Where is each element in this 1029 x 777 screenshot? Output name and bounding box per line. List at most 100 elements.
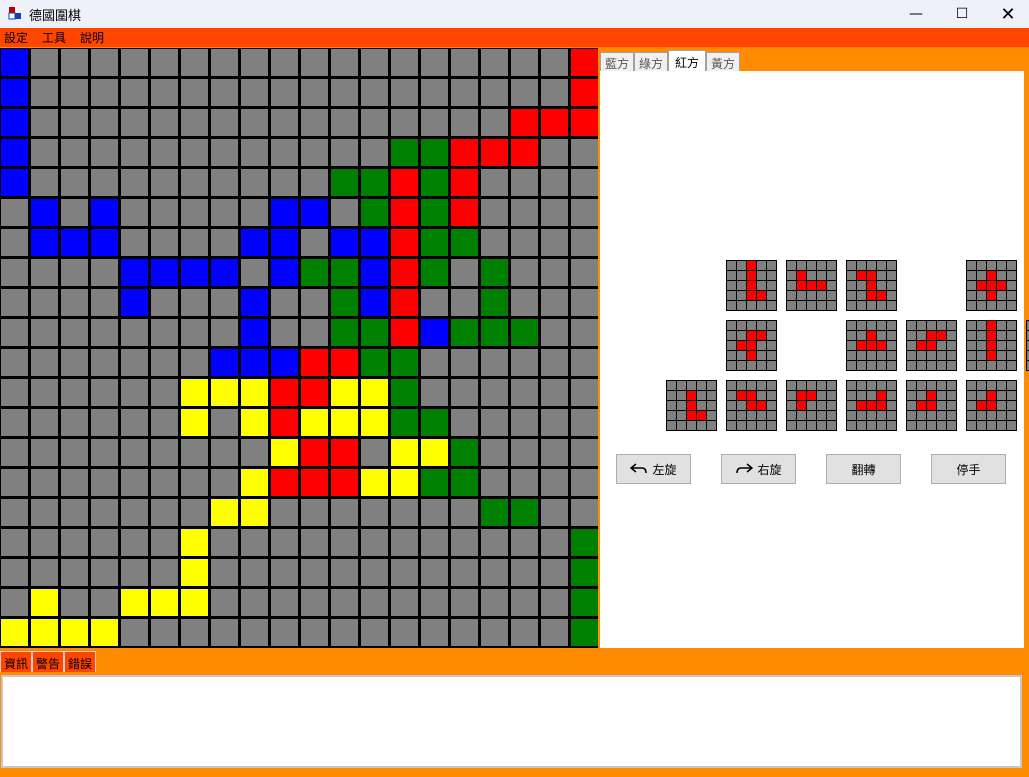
board-cell[interactable]	[391, 589, 418, 616]
board-cell[interactable]	[91, 409, 118, 436]
board-cell[interactable]	[391, 79, 418, 106]
board-cell[interactable]	[121, 79, 148, 106]
board-cell[interactable]	[361, 199, 388, 226]
board-cell[interactable]	[91, 559, 118, 586]
board-cell[interactable]	[421, 349, 448, 376]
board-cell[interactable]	[121, 259, 148, 286]
board-cell[interactable]	[91, 619, 118, 646]
board-cell[interactable]	[391, 499, 418, 526]
board-cell[interactable]	[571, 289, 598, 316]
board-cell[interactable]	[511, 499, 538, 526]
board-cell[interactable]	[241, 379, 268, 406]
board-cell[interactable]	[271, 349, 298, 376]
board-cell[interactable]	[181, 199, 208, 226]
board-cell[interactable]	[121, 319, 148, 346]
board-cell[interactable]	[301, 529, 328, 556]
board-cell[interactable]	[301, 139, 328, 166]
board-cell[interactable]	[241, 499, 268, 526]
board-cell[interactable]	[211, 169, 238, 196]
board-cell[interactable]	[151, 259, 178, 286]
board-cell[interactable]	[331, 379, 358, 406]
rotate-right-button[interactable]: 右旋	[721, 454, 796, 484]
board-cell[interactable]	[481, 379, 508, 406]
piece-preview[interactable]	[906, 380, 957, 431]
board-cell[interactable]	[481, 409, 508, 436]
board-cell[interactable]	[541, 379, 568, 406]
board-cell[interactable]	[151, 349, 178, 376]
board-cell[interactable]	[31, 319, 58, 346]
piece-preview[interactable]	[846, 320, 897, 371]
board-cell[interactable]	[121, 559, 148, 586]
board-cell[interactable]	[241, 469, 268, 496]
board-cell[interactable]	[391, 469, 418, 496]
board-cell[interactable]	[451, 199, 478, 226]
board-cell[interactable]	[511, 199, 538, 226]
board-cell[interactable]	[241, 559, 268, 586]
board-cell[interactable]	[241, 529, 268, 556]
board-cell[interactable]	[391, 109, 418, 136]
board-cell[interactable]	[61, 589, 88, 616]
board-cell[interactable]	[451, 379, 478, 406]
board-cell[interactable]	[211, 289, 238, 316]
board-cell[interactable]	[331, 559, 358, 586]
board-cell[interactable]	[151, 559, 178, 586]
board-cell[interactable]	[541, 439, 568, 466]
board-cell[interactable]	[31, 409, 58, 436]
board-cell[interactable]	[211, 79, 238, 106]
board-cell[interactable]	[481, 169, 508, 196]
board-cell[interactable]	[1, 439, 28, 466]
board-cell[interactable]	[91, 169, 118, 196]
board-cell[interactable]	[361, 619, 388, 646]
board-cell[interactable]	[31, 559, 58, 586]
board-cell[interactable]	[571, 169, 598, 196]
board-cell[interactable]	[571, 469, 598, 496]
board-cell[interactable]	[391, 349, 418, 376]
board-cell[interactable]	[331, 199, 358, 226]
piece-preview[interactable]	[726, 260, 777, 311]
board-cell[interactable]	[481, 109, 508, 136]
board-cell[interactable]	[301, 229, 328, 256]
board-cell[interactable]	[271, 109, 298, 136]
rotate-left-button[interactable]: 左旋	[616, 454, 691, 484]
board-cell[interactable]	[151, 319, 178, 346]
board-cell[interactable]	[301, 499, 328, 526]
board-cell[interactable]	[181, 289, 208, 316]
board-cell[interactable]	[481, 289, 508, 316]
board-cell[interactable]	[151, 289, 178, 316]
board-cell[interactable]	[451, 619, 478, 646]
board-cell[interactable]	[31, 619, 58, 646]
board-cell[interactable]	[451, 259, 478, 286]
board-cell[interactable]	[241, 589, 268, 616]
board-cell[interactable]	[451, 469, 478, 496]
board-cell[interactable]	[31, 259, 58, 286]
board-cell[interactable]	[1, 289, 28, 316]
close-button[interactable]: ✕	[985, 0, 1029, 28]
board-cell[interactable]	[361, 289, 388, 316]
board-cell[interactable]	[121, 199, 148, 226]
board-cell[interactable]	[541, 319, 568, 346]
board-cell[interactable]	[91, 589, 118, 616]
menu-settings[interactable]: 設定	[4, 29, 28, 46]
board-cell[interactable]	[91, 79, 118, 106]
board-cell[interactable]	[271, 529, 298, 556]
board-cell[interactable]	[271, 169, 298, 196]
board-cell[interactable]	[331, 259, 358, 286]
board-cell[interactable]	[511, 289, 538, 316]
board-cell[interactable]	[31, 589, 58, 616]
board-cell[interactable]	[31, 289, 58, 316]
board-cell[interactable]	[571, 619, 598, 646]
board-cell[interactable]	[361, 139, 388, 166]
board-cell[interactable]	[541, 259, 568, 286]
board-cell[interactable]	[451, 49, 478, 76]
board-cell[interactable]	[511, 319, 538, 346]
board-cell[interactable]	[151, 439, 178, 466]
board-cell[interactable]	[241, 409, 268, 436]
board-cell[interactable]	[241, 349, 268, 376]
board-cell[interactable]	[91, 259, 118, 286]
maximize-button[interactable]: ☐	[939, 0, 985, 28]
board-cell[interactable]	[511, 379, 538, 406]
board-cell[interactable]	[211, 319, 238, 346]
board-cell[interactable]	[31, 229, 58, 256]
board-cell[interactable]	[181, 319, 208, 346]
tab-blue[interactable]: 藍方	[600, 52, 635, 71]
